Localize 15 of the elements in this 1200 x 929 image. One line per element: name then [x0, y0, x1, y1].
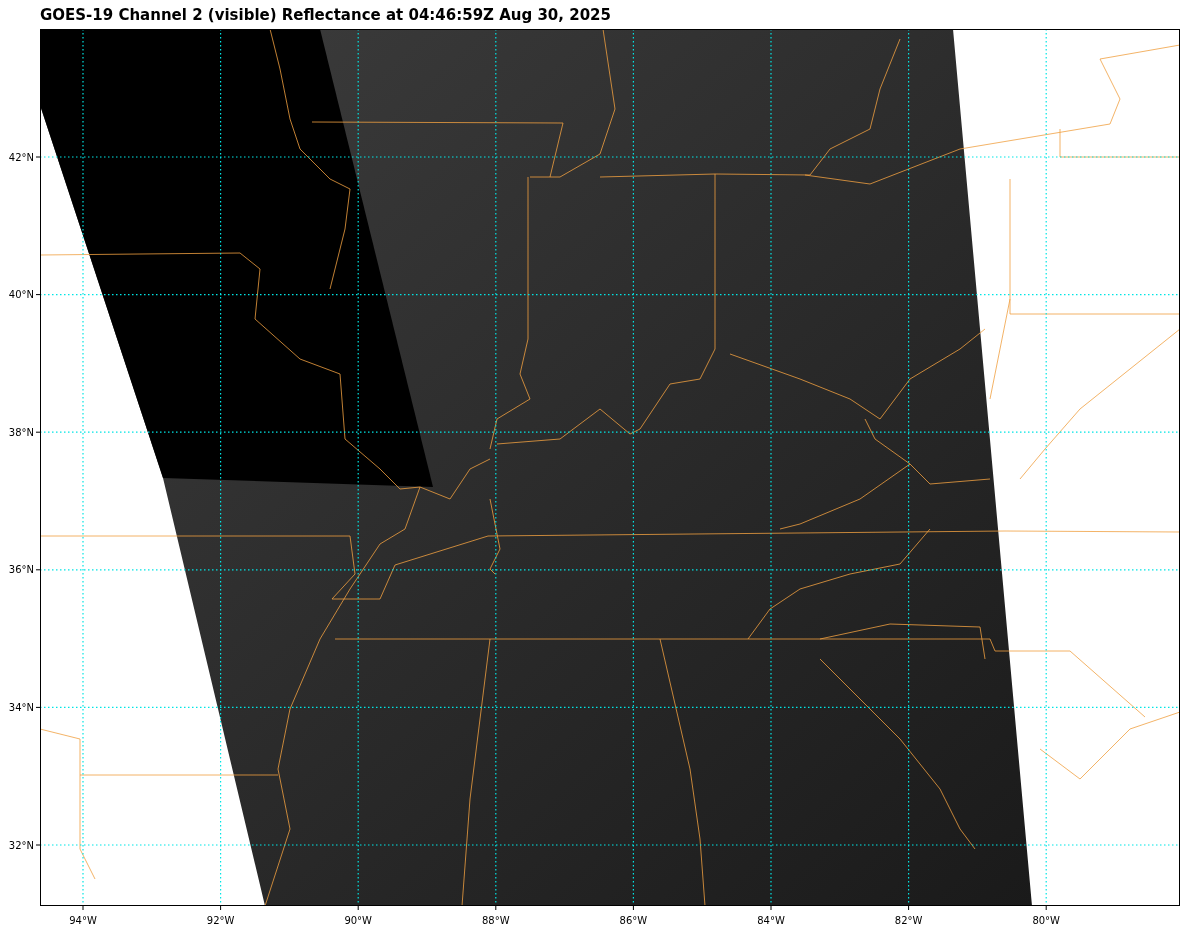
latitude-label: 40°N: [8, 289, 34, 301]
latitude-label: 32°N: [8, 839, 34, 851]
latitude-label: 34°N: [8, 701, 34, 713]
longitude-label: 88°W: [482, 915, 510, 926]
longitude-label: 80°W: [1032, 915, 1060, 926]
latitude-label: 38°N: [8, 426, 34, 438]
longitude-label: 90°W: [344, 915, 372, 926]
longitude-label: 94°W: [69, 915, 97, 926]
longitude-label: 82°W: [894, 915, 923, 926]
latitude-label: 42°N: [8, 151, 34, 163]
longitude-label: 84°W: [757, 915, 785, 926]
longitude-label: 86°W: [619, 915, 648, 926]
map-title: GOES-19 Channel 2 (visible) Reflectance at 04:46:59Z Aug 30, 2025: [40, 5, 611, 24]
longitude-label: 92°W: [206, 915, 235, 926]
latitude-label: 36°N: [8, 564, 34, 576]
